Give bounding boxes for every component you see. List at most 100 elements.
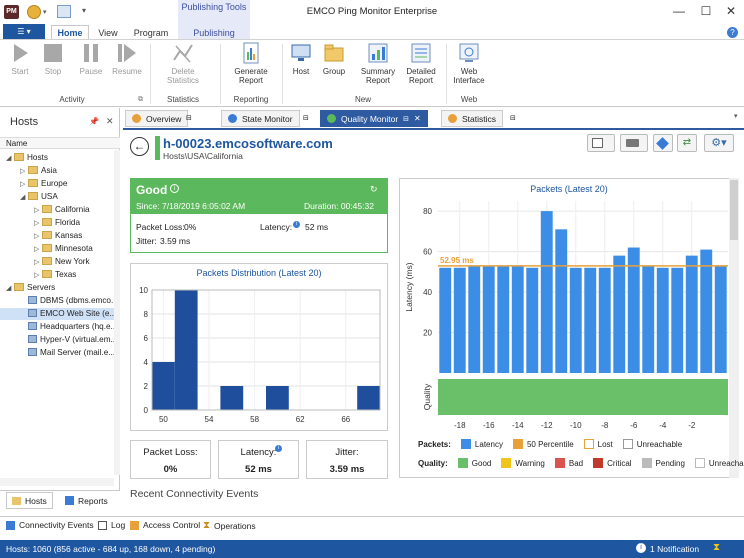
print-button[interactable] [620, 134, 648, 152]
delete-statistics-button[interactable]: Delete Statistics [160, 42, 206, 85]
tree-scrollbar[interactable] [114, 150, 120, 475]
notification-icon[interactable]: i [636, 543, 646, 553]
expand-icon[interactable]: ▷ [34, 205, 42, 216]
tab-hosts[interactable]: Hosts [6, 492, 53, 509]
tab-pin-icon[interactable]: ⊟ [510, 114, 516, 122]
host-icon [28, 335, 37, 343]
latency-bar [584, 267, 597, 373]
expand-icon[interactable]: ▷ [34, 218, 42, 229]
ribbon-separator [150, 44, 151, 104]
status-refresh-icon[interactable]: ↻ [370, 184, 378, 195]
customize-toolbar-icon[interactable]: ▾ [82, 6, 86, 15]
doc-tab-statistics[interactable]: Statistics [441, 110, 504, 127]
operations-label: Operations [214, 520, 256, 531]
new-host-button[interactable]: Host [288, 42, 314, 76]
info-icon[interactable]: i [170, 184, 179, 193]
tab-view[interactable]: View [93, 25, 123, 40]
latency-info-icon[interactable]: i [293, 221, 300, 228]
tab-close-icon[interactable]: ✕ [414, 114, 421, 123]
summary-report-button[interactable]: Summary Report [357, 42, 399, 85]
tab-program[interactable]: Program [129, 25, 173, 40]
generate-report-button[interactable]: Generate Report [228, 42, 274, 85]
tab-pin-icon[interactable]: ⊟ [186, 114, 192, 122]
metric-latency-info-icon[interactable]: i [275, 445, 282, 452]
tree-host-item[interactable]: Mail Server (mail.e... [0, 347, 120, 359]
pin-icon[interactable]: 📌 [89, 117, 99, 126]
latency-bar [497, 265, 510, 373]
doc-tab-state-monitor[interactable]: State Monitor [221, 110, 300, 127]
maximize-icon[interactable]: ☐ [697, 4, 715, 20]
tree-folder-item[interactable]: ▷ Kansas [0, 230, 120, 242]
tree-folder-item[interactable]: ◢ USA [0, 191, 120, 203]
tree-folder-item[interactable]: ▷ Asia [0, 165, 120, 177]
minimize-icon[interactable]: — [670, 4, 688, 20]
tree-folder-item[interactable]: ▷ Florida [0, 217, 120, 229]
dialog-launcher-icon[interactable]: ⧉ [138, 96, 143, 104]
new-group-button[interactable]: Group [320, 42, 348, 76]
latency-bar [700, 249, 713, 373]
tab-connectivity-events[interactable]: Connectivity Events [6, 520, 94, 530]
tree-host-item[interactable]: Hyper-V (virtual.em... [0, 334, 120, 346]
tab-list-dropdown-icon[interactable]: ▾ [734, 112, 738, 120]
tab-reports[interactable]: Reports [60, 492, 113, 509]
tree-folder-item[interactable]: ▷ New York [0, 256, 120, 268]
tab-home[interactable]: Home [51, 25, 89, 40]
pin-view-button[interactable] [653, 134, 673, 152]
close-pane-icon[interactable]: ✕ [106, 116, 114, 127]
expand-icon[interactable]: ▷ [34, 244, 42, 255]
quick-access-icon[interactable] [27, 5, 41, 19]
expand-icon[interactable]: ▷ [20, 179, 28, 190]
detailed-report-button[interactable]: Detailed Report [401, 42, 441, 85]
settings-button[interactable]: ⚙▾ [704, 134, 734, 152]
scrollbar-thumb[interactable] [730, 180, 738, 240]
back-button[interactable]: ← [130, 137, 149, 156]
tree-horizontal-scrollbar[interactable] [0, 478, 114, 486]
name-column-header[interactable]: Name [0, 137, 120, 149]
operations-status-icon[interactable]: ⧗ [713, 542, 720, 553]
pause-button[interactable]: Pause [76, 42, 106, 76]
tree-host-item[interactable]: Headquarters (hq.e... [0, 321, 120, 333]
expand-icon[interactable]: ▷ [20, 166, 28, 177]
tab-publishing[interactable]: Publishing [180, 25, 248, 40]
expand-icon[interactable]: ▷ [34, 270, 42, 281]
collapse-icon[interactable]: ◢ [6, 283, 14, 294]
tab-operations[interactable]: ⧗ Operations [203, 520, 256, 531]
legend-warning-swatch [501, 458, 512, 468]
expand-icon[interactable]: ▷ [34, 231, 42, 242]
tab-log[interactable]: Log [98, 520, 125, 530]
tree-host-item[interactable]: EMCO Web Site (e... [0, 308, 120, 320]
file-menu-button[interactable]: ☰ ▾ [3, 24, 45, 39]
tree-folder-item[interactable]: ▷ Europe [0, 178, 120, 190]
tab-pin-icon[interactable]: ⊟ [303, 114, 309, 122]
collapse-icon[interactable]: ◢ [20, 192, 28, 203]
tree-folder-item[interactable]: ▷ Minnesota [0, 243, 120, 255]
tree-folder-item[interactable]: ◢ Hosts [0, 152, 120, 164]
help-icon[interactable]: ? [727, 27, 738, 38]
doc-tab-quality-monitor[interactable]: Quality Monitor ⊟ ✕ [320, 110, 428, 127]
close-icon[interactable]: ✕ [722, 4, 740, 20]
group-icon [324, 44, 344, 62]
latency-y-axis-label: Latency (ms) [404, 262, 414, 311]
doc-tab-overview[interactable]: Overview [125, 110, 189, 127]
tree-host-item[interactable]: DBMS (dbms.emco... [0, 295, 120, 307]
metric-jitter-label: Jitter: [335, 447, 359, 458]
export-button[interactable] [587, 134, 615, 152]
collapse-icon[interactable]: ◢ [6, 153, 14, 164]
tab-access-control[interactable]: Access Control [130, 520, 200, 530]
folder-icon [42, 205, 52, 213]
start-button[interactable]: Start [6, 42, 34, 76]
tree-folder-item[interactable]: ◢ Servers [0, 282, 120, 294]
stop-button[interactable]: Stop [38, 42, 68, 76]
tree-folder-item[interactable]: ▷ Texas [0, 269, 120, 281]
expand-icon[interactable]: ▷ [34, 257, 42, 268]
resume-button[interactable]: Resume [110, 42, 144, 76]
web-interface-button[interactable]: Web Interface [450, 42, 488, 85]
latency-x-tick: -14 [512, 421, 524, 430]
navigate-button[interactable]: ⇄ [677, 134, 697, 152]
notification-count[interactable]: 1 Notification [650, 544, 699, 554]
tab-pin-icon[interactable]: ⊟ [403, 115, 409, 123]
content-scrollbar[interactable] [729, 178, 739, 478]
quick-access-dropdown-icon[interactable]: ▾ [43, 8, 47, 16]
window-icon[interactable] [57, 5, 71, 18]
tree-folder-item[interactable]: ▷ California [0, 204, 120, 216]
